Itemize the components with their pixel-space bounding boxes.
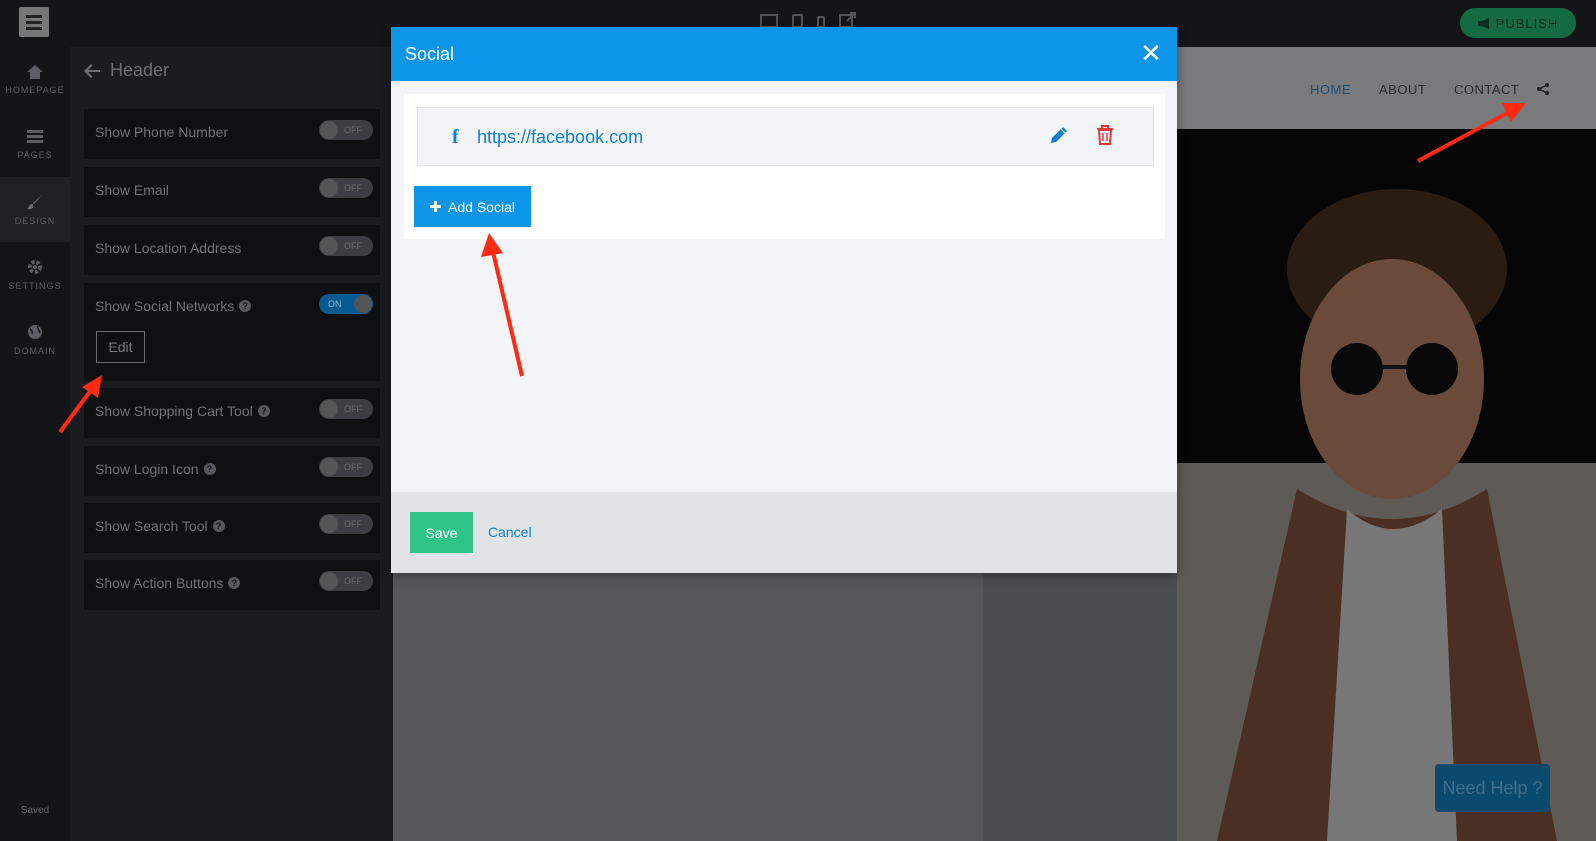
rail-item-design[interactable]: DESIGN xyxy=(0,177,70,242)
rail-item-homepage[interactable]: HOMEPAGE xyxy=(0,47,70,112)
setting-row-cart: Show Shopping Cart Tool? OFF xyxy=(84,388,380,438)
panel-title: Header xyxy=(110,60,170,80)
social-item: f https://facebook.com xyxy=(417,107,1154,166)
publish-button[interactable]: PUBLISH xyxy=(1460,8,1576,38)
back-arrow-icon[interactable] xyxy=(84,63,100,78)
setting-label: Show Action Buttons xyxy=(95,575,224,591)
modal-title: Social xyxy=(405,44,455,64)
toggle-phone[interactable]: OFF xyxy=(319,120,373,140)
setting-row-email: Show Email OFF xyxy=(84,167,380,217)
setting-label: Show Login Icon xyxy=(95,461,199,477)
globe-icon xyxy=(28,324,42,339)
add-social-label: Add Social xyxy=(448,198,515,215)
device-switcher xyxy=(760,12,857,28)
setting-row-action-buttons: Show Action Buttons? OFF xyxy=(84,560,380,610)
toggle-email[interactable]: OFF xyxy=(319,178,373,198)
toggle-search[interactable]: OFF xyxy=(319,514,373,534)
save-status: Saved xyxy=(20,805,50,816)
setting-row-location: Show Location Address OFF xyxy=(84,225,380,275)
add-social-button[interactable]: Add Social xyxy=(414,186,531,227)
publish-label: PUBLISH xyxy=(1495,15,1559,31)
help-icon[interactable]: ? xyxy=(203,463,216,475)
rail-label: HOMEPAGE xyxy=(5,84,65,95)
rail-label: SETTINGS xyxy=(8,280,62,291)
rail-label: PAGES xyxy=(17,149,53,160)
social-modal: Social ✕ f https://facebook.com Add Soci… xyxy=(391,27,1177,573)
panel-header: Header xyxy=(84,60,169,81)
desktop-icon[interactable] xyxy=(760,14,778,28)
toggle-social[interactable]: ON xyxy=(319,294,373,314)
preview-nav: HOME ABOUT CONTACT xyxy=(1177,47,1596,129)
pages-icon xyxy=(27,129,43,143)
setting-label: Show Phone Number xyxy=(95,124,229,140)
social-list-card: f https://facebook.com Add Social xyxy=(404,94,1165,239)
modal-header: Social ✕ xyxy=(391,27,1177,81)
external-link-icon[interactable] xyxy=(839,12,857,28)
left-rail: HOMEPAGE PAGES DESIGN SETTINGS DOMAIN Sa… xyxy=(0,47,70,841)
save-button[interactable]: Save xyxy=(410,512,473,553)
header-settings-panel: Header Show Phone Number OFF Show Email … xyxy=(70,47,393,841)
rail-label: DESIGN xyxy=(14,215,56,226)
hero-image xyxy=(1177,129,1596,841)
gear-icon xyxy=(28,259,42,274)
plus-icon xyxy=(430,201,442,212)
edit-social-button[interactable]: Edit xyxy=(96,331,145,363)
nav-contact[interactable]: CONTACT xyxy=(1454,82,1519,97)
facebook-icon: f xyxy=(452,126,459,148)
toggle-action-buttons[interactable]: OFF xyxy=(319,571,373,591)
cancel-button[interactable]: Cancel xyxy=(488,524,532,540)
rail-item-pages[interactable]: PAGES xyxy=(0,112,70,177)
toggle-location[interactable]: OFF xyxy=(319,236,373,256)
nav-home[interactable]: HOME xyxy=(1310,82,1351,97)
home-icon xyxy=(27,64,43,79)
rail-item-settings[interactable]: SETTINGS xyxy=(0,242,70,307)
toggle-login[interactable]: OFF xyxy=(319,457,373,477)
share-icon[interactable] xyxy=(1537,83,1549,95)
hero-portrait xyxy=(1217,189,1557,841)
setting-row-login: Show Login Icon? OFF xyxy=(84,446,380,496)
setting-label: Show Shopping Cart Tool xyxy=(95,403,253,419)
menu-logo-icon[interactable] xyxy=(19,7,49,37)
setting-row-search: Show Search Tool? OFF xyxy=(84,503,380,553)
setting-row-social: Show Social Networks? ON Edit xyxy=(84,283,380,381)
help-icon[interactable]: ? xyxy=(239,300,252,312)
social-url[interactable]: https://facebook.com xyxy=(477,127,643,148)
setting-label: Show Social Networks xyxy=(95,298,235,314)
setting-label: Show Search Tool xyxy=(95,518,208,534)
tablet-icon[interactable] xyxy=(792,14,803,28)
megaphone-icon xyxy=(1477,17,1489,29)
edit-pencil-icon[interactable] xyxy=(1049,125,1069,145)
setting-label: Show Location Address xyxy=(95,240,242,256)
need-help-button[interactable]: Need Help ? xyxy=(1435,764,1550,812)
close-icon[interactable]: ✕ xyxy=(1139,40,1163,66)
help-icon[interactable]: ? xyxy=(257,405,270,417)
brush-icon xyxy=(27,194,42,209)
setting-row-phone: Show Phone Number OFF xyxy=(84,109,380,159)
help-icon[interactable]: ? xyxy=(228,577,241,589)
modal-footer: Save Cancel xyxy=(391,492,1177,573)
rail-label: DOMAIN xyxy=(14,345,56,356)
nav-about[interactable]: ABOUT xyxy=(1379,82,1426,97)
delete-trash-icon[interactable] xyxy=(1096,125,1114,145)
toggle-cart[interactable]: OFF xyxy=(319,399,373,419)
preview-content-block xyxy=(393,573,983,841)
rail-item-domain[interactable]: DOMAIN xyxy=(0,307,70,372)
setting-label: Show Email xyxy=(95,182,169,198)
help-icon[interactable]: ? xyxy=(212,520,225,532)
